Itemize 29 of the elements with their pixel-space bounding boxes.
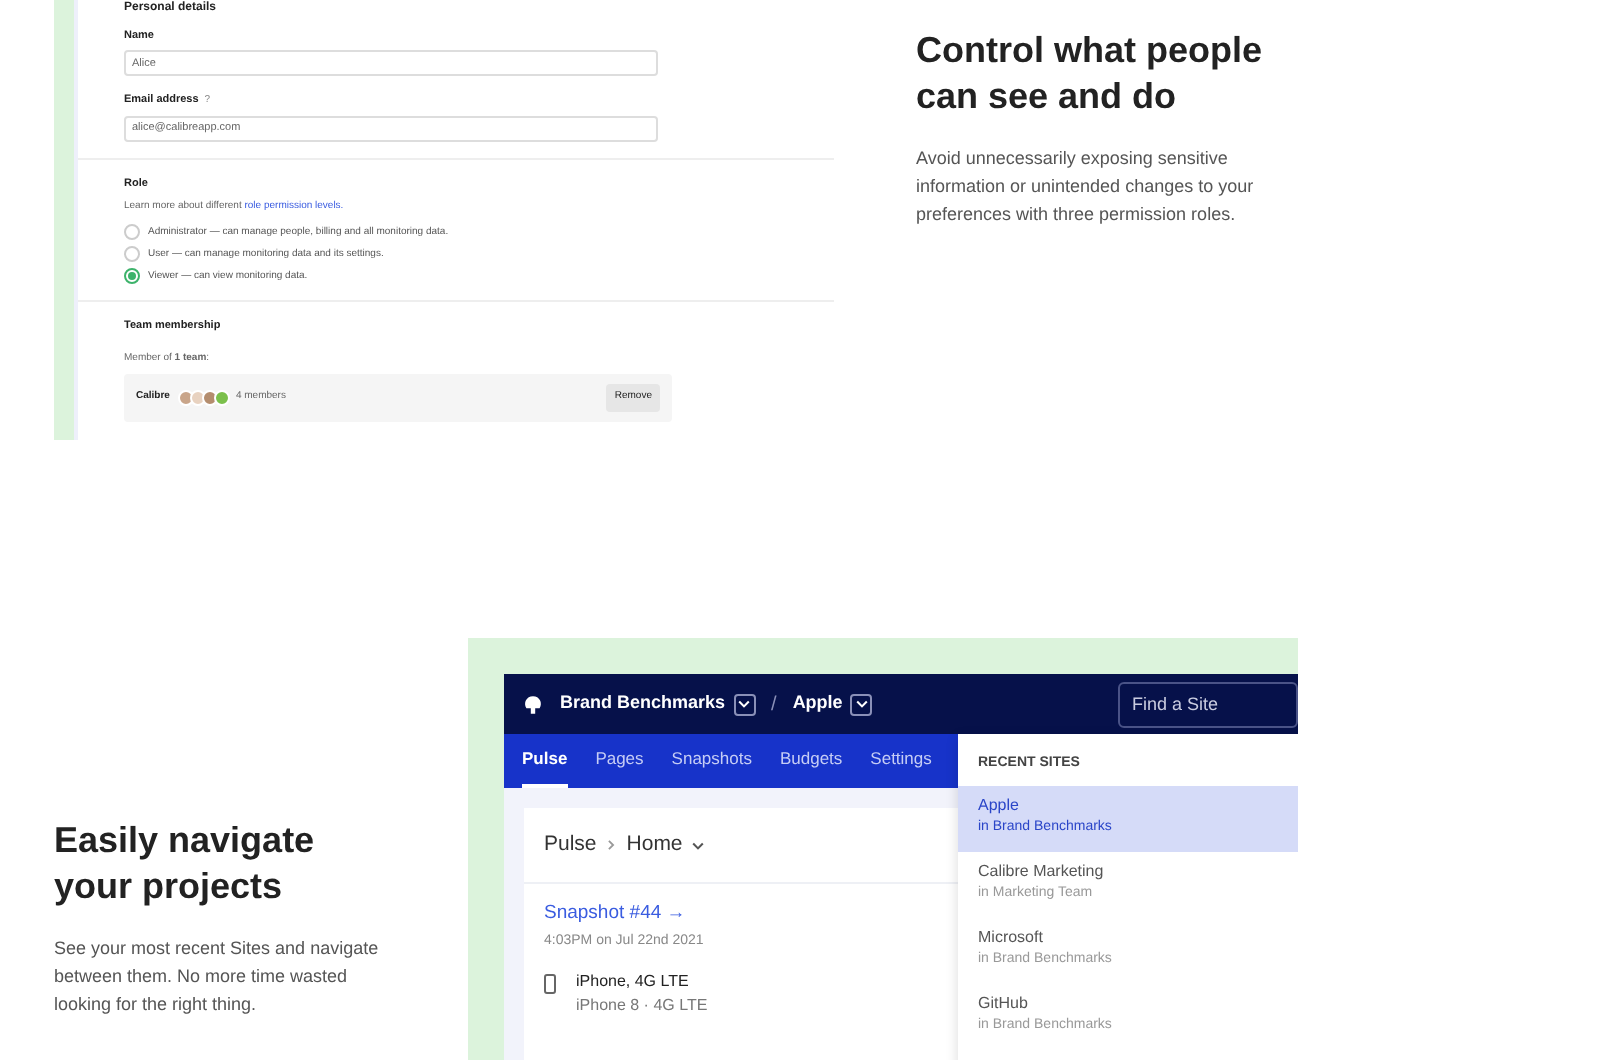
radio-button[interactable]	[124, 224, 140, 241]
chevron-down-icon	[736, 696, 753, 712]
chevron-down-icon	[690, 837, 707, 853]
breadcrumb-separator: /	[771, 691, 777, 719]
device-detail: iPhone 8 · 4G LTE	[576, 993, 708, 1018]
nav-tab[interactable]: Settings	[870, 734, 932, 788]
phone-icon	[544, 973, 556, 994]
radio-button[interactable]	[124, 268, 140, 285]
dropdown-toggle[interactable]	[733, 693, 756, 715]
nav-tab[interactable]: Snapshots	[671, 734, 752, 788]
breadcrumb-item[interactable]: Pulse	[544, 829, 597, 861]
feature-description: See your most recent Sites and navigate between them. No more time wasted looking for the right thing.	[54, 936, 381, 1018]
site-search-field[interactable]: Find a Site	[1118, 681, 1298, 727]
nav-tab[interactable]: Budgets	[779, 734, 843, 788]
feature-description: Avoid unnecessarily exposing sensitive information or unintended changes to your preferences with three permission roles.	[916, 146, 1256, 228]
feature-heading: Easily navigate your projects	[54, 818, 317, 910]
org-name[interactable]: Brand Benchmarks	[560, 690, 726, 718]
feature-heading: Control what people can see and do	[916, 28, 1264, 120]
nav-tab[interactable]: Pages	[595, 734, 644, 788]
device-name: iPhone, 4G LTE	[576, 969, 691, 994]
site-name[interactable]: Apple	[792, 690, 843, 718]
dropdown-toggle[interactable]	[850, 693, 873, 715]
chevron-right-icon	[604, 838, 619, 852]
radio-button[interactable]	[124, 246, 140, 263]
nav-tab[interactable]: Pulse	[522, 734, 568, 788]
breadcrumb-item[interactable]: Home	[626, 829, 683, 861]
avatar-stack	[181, 390, 230, 406]
logo-icon	[522, 693, 544, 715]
chevron-down-icon	[853, 696, 870, 712]
